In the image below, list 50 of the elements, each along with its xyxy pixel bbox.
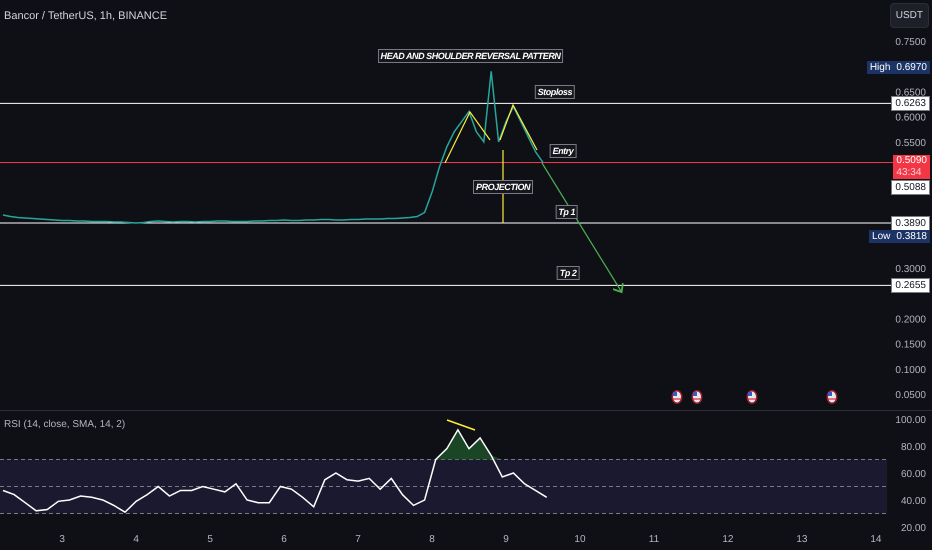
- extreme-label: Low: [872, 230, 890, 244]
- time-axis-label: 8: [429, 534, 435, 545]
- time-axis-label: 4: [133, 534, 139, 545]
- price-axis-label: 0.1000: [895, 364, 926, 376]
- flag-icon: [746, 390, 758, 404]
- extreme-value: 0.6970: [896, 60, 927, 74]
- price-axis-label: 0.2000: [895, 314, 926, 326]
- price-axis-label: 0.1500: [895, 340, 926, 351]
- time-axis-label: 6: [281, 534, 287, 545]
- price-tag: 0.5088: [891, 180, 930, 195]
- price-axis-label: 0.0500: [895, 390, 926, 401]
- price-axis-label: 0.3000: [895, 264, 926, 275]
- flag-icon: [672, 390, 682, 404]
- chart-annotation-label: PROJECTION: [473, 180, 534, 194]
- price-tag: 0.3890: [891, 216, 930, 232]
- flag-icon: [692, 390, 702, 404]
- countdown: 43:34: [896, 166, 922, 179]
- price-axis-label: 0.6500: [895, 87, 926, 98]
- extreme-label: High: [870, 60, 890, 74]
- currency-button[interactable]: USDT: [890, 3, 929, 28]
- chart-annotation-label: Stoploss: [534, 84, 576, 99]
- rsi-axis-label: 60.00: [900, 469, 926, 480]
- price-axis-label: 0.6000: [895, 112, 926, 124]
- time-axis-label: 7: [355, 534, 361, 545]
- overbought-fill-drawing: [436, 430, 502, 460]
- price-tag: 0.6263: [891, 96, 930, 112]
- last-price: 0.5090: [896, 154, 927, 167]
- time-axis-label: 14: [870, 534, 882, 545]
- chart-annotation-label: Tp 2: [556, 266, 580, 280]
- rsi-legend: RSI (14, close, SMA, 14, 2): [4, 417, 126, 432]
- price-axis-label: 0.5500: [895, 138, 926, 149]
- rsi-axis-label: 20.00: [900, 523, 926, 534]
- chart-annotation-label: Entry: [550, 144, 576, 158]
- chart-annotation-label: HEAD AND SHOULDER REVERSAL PATTERN: [378, 49, 564, 64]
- price-tag: 0.2655: [891, 278, 930, 294]
- flag-icon: [826, 390, 838, 404]
- time-axis-label: 10: [574, 534, 586, 545]
- time-axis-label: 13: [796, 534, 808, 545]
- extreme-value: 0.3818: [896, 230, 927, 244]
- rsi-axis-label: 100.00: [895, 415, 926, 426]
- time-axis-label: 5: [207, 534, 213, 545]
- price-axis-label: 0.7500: [895, 37, 926, 48]
- rsi-axis-label: 80.00: [900, 442, 926, 453]
- chart-title: Bancor / TetherUS, 1h, BINANCE: [4, 9, 168, 24]
- time-axis-label: 3: [59, 534, 65, 545]
- chart-annotation-label: Tp 1: [555, 205, 578, 220]
- time-axis-label: 12: [722, 534, 734, 545]
- time-axis-label: 11: [648, 534, 660, 545]
- time-axis-label: 9: [503, 534, 509, 545]
- rsi-axis-label: 40.00: [900, 496, 926, 507]
